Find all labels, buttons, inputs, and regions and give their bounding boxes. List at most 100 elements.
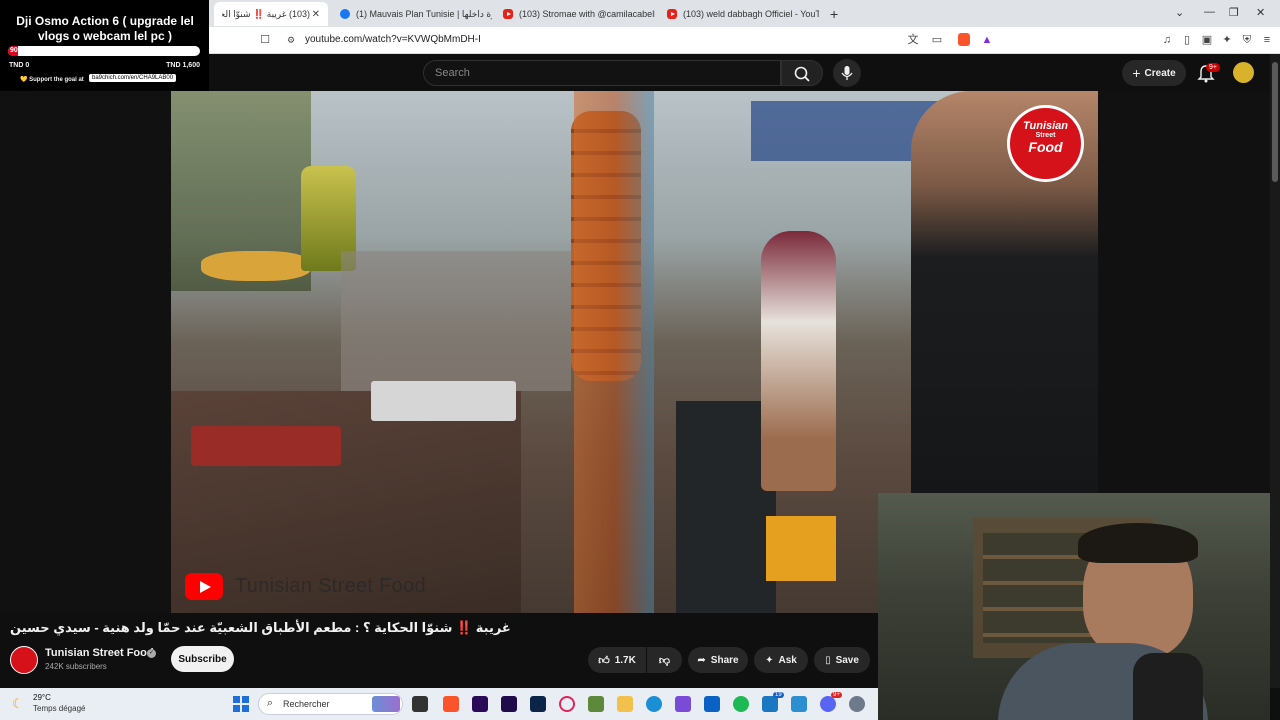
photos-icon[interactable]: [791, 696, 807, 712]
page-scrollbar[interactable]: [1270, 54, 1280, 688]
badge-text-1: Tunisian: [1022, 120, 1069, 132]
subscribe-button[interactable]: Subscribe: [171, 646, 234, 672]
microphone-icon: [841, 66, 853, 80]
badge-text-2: Street: [1035, 132, 1056, 139]
edge-icon[interactable]: [646, 696, 662, 712]
app-icon[interactable]: [588, 696, 604, 712]
notification-count-badge: 9+: [1206, 63, 1220, 72]
translate-icon[interactable]: 文: [906, 33, 920, 47]
goal-progress-label: 90: [10, 47, 18, 54]
tab-facebook[interactable]: (1) Mauvais Plan Tunisie | كثيرة داخلها: [332, 2, 492, 26]
sidebar-icon[interactable]: ▯: [1180, 33, 1194, 47]
spotify-icon[interactable]: [733, 696, 749, 712]
taskbar-search-placeholder: Rechercher: [283, 699, 330, 709]
premiere-pro-icon[interactable]: [472, 696, 488, 712]
weather-description[interactable]: Temps dégagé: [33, 704, 85, 713]
search-placeholder: Search: [435, 67, 470, 79]
channel-name[interactable]: Tunisian Street Food: [45, 647, 154, 659]
chat-icon[interactable]: [762, 696, 778, 712]
outlook-icon[interactable]: [704, 696, 720, 712]
goal-title: Dji Osmo Action 6 ( upgrade lel vlogs o …: [16, 14, 194, 43]
leo-ai-icon[interactable]: ✦: [1220, 33, 1234, 47]
channel-avatar[interactable]: [10, 646, 38, 674]
search-highlight-icon: [372, 696, 400, 712]
plus-icon: +: [830, 6, 839, 22]
scene-crate: [766, 516, 836, 581]
minimize-icon[interactable]: —: [1204, 6, 1215, 18]
tab-active-video[interactable]: (103) غريبة ‼️ شنوّا الحكاية ؟ ✕: [214, 2, 328, 26]
settings-gear-icon[interactable]: [849, 696, 865, 712]
like-count: 1.7K: [614, 654, 636, 666]
youtube-icon: [503, 9, 513, 19]
share-button[interactable]: ➦ Share: [688, 647, 748, 673]
scene-crowd: [341, 251, 571, 391]
close-tab-icon[interactable]: ✕: [312, 9, 320, 20]
search-input[interactable]: Search: [423, 60, 781, 86]
save-button[interactable]: ▯ Save: [814, 647, 870, 673]
after-effects-icon[interactable]: [501, 696, 517, 712]
brave-browser-icon[interactable]: [443, 696, 459, 712]
scene-woman: [761, 231, 836, 491]
brave-shield-icon[interactable]: [958, 33, 970, 46]
share-label: Share: [710, 654, 739, 666]
plus-icon: +: [1132, 65, 1141, 81]
wallet-icon[interactable]: ▣: [1200, 33, 1214, 47]
weather-temperature[interactable]: 29°C: [33, 693, 51, 702]
tab-list-chevron-icon[interactable]: ⌄: [1175, 6, 1184, 19]
player-left-margin: [0, 91, 171, 613]
menu-icon[interactable]: ≡: [1260, 33, 1274, 47]
close-window-icon[interactable]: ✕: [1256, 6, 1265, 19]
tab-title: (1) Mauvais Plan Tunisie | كثيرة داخلها: [356, 8, 492, 19]
player-right-margin: [1098, 91, 1270, 495]
tab-title: (103) weld dabbagh Officiel - YouTub: [683, 9, 819, 19]
cast-icon[interactable]: ▭: [930, 33, 944, 47]
photoshop-icon[interactable]: [530, 696, 546, 712]
webcam-hair: [1078, 523, 1198, 563]
verified-check-icon: ✓: [147, 649, 156, 658]
store-icon[interactable]: [675, 696, 691, 712]
discord-icon[interactable]: [820, 696, 836, 712]
ask-label: Ask: [778, 654, 797, 666]
user-avatar[interactable]: [1233, 62, 1254, 83]
windows-start-icon[interactable]: [233, 696, 249, 712]
tab-weld-dabbagh[interactable]: (103) weld dabbagh Officiel - YouTub: [659, 2, 819, 26]
like-button[interactable]: 👍︎ 1.7K: [588, 647, 646, 673]
sparkle-icon: ✦: [765, 654, 774, 666]
scene-scale: [371, 381, 516, 421]
new-tab-button[interactable]: +: [822, 2, 842, 26]
media-icon[interactable]: ♫: [1160, 33, 1174, 47]
ask-button[interactable]: ✦ Ask: [754, 647, 808, 673]
goal-max-label: TND 1,600: [166, 62, 200, 69]
site-info-icon[interactable]: ⚙: [284, 33, 298, 47]
save-label: Save: [835, 654, 859, 666]
tab-stromae[interactable]: (103) Stromae with @camilacabello: [495, 2, 655, 26]
bookmark-icon: ▯: [825, 654, 831, 666]
search-button[interactable]: [781, 60, 823, 86]
create-label: Create: [1144, 67, 1176, 79]
channel-logo-badge: Tunisian Street Food: [1007, 105, 1084, 182]
share-arrow-icon: ➦: [697, 654, 706, 666]
brave-rewards-icon[interactable]: ▲: [980, 33, 994, 47]
scene-pillar: [574, 91, 654, 613]
youtube-logo-icon: [185, 573, 223, 600]
tab-title: (103) Stromae with @camilacabello: [519, 9, 655, 19]
video-title: غريبة ‼️ شنوّا الحكاية ؟ : مطعم الأطباق …: [10, 620, 511, 635]
scrollbar-thumb[interactable]: [1272, 62, 1278, 182]
goal-support-text: 💛 Support the goal at: [20, 77, 84, 83]
create-button[interactable]: + Create: [1122, 60, 1186, 86]
search-icon: [794, 66, 810, 82]
vpn-icon[interactable]: ⛨: [1240, 33, 1254, 47]
bookmark-icon[interactable]: ☐: [258, 33, 272, 47]
file-explorer-icon[interactable]: [617, 696, 633, 712]
task-view-icon[interactable]: [412, 696, 428, 712]
moon-weather-icon: ☾: [12, 696, 24, 711]
url-field[interactable]: youtube.com/watch?v=KVWQbMmDH-I: [305, 34, 481, 45]
youtube-icon: [667, 9, 677, 19]
voice-search-button[interactable]: [833, 59, 861, 87]
opera-icon[interactable]: [559, 696, 575, 712]
thumbs-up-icon: 👍︎: [598, 654, 610, 667]
dislike-button[interactable]: 👎︎: [647, 647, 682, 673]
maximize-icon[interactable]: ❐: [1229, 6, 1239, 19]
search-icon: ⌕: [267, 697, 274, 709]
goal-link: ba9chich.com/en/CHA9LAB00: [89, 74, 177, 82]
